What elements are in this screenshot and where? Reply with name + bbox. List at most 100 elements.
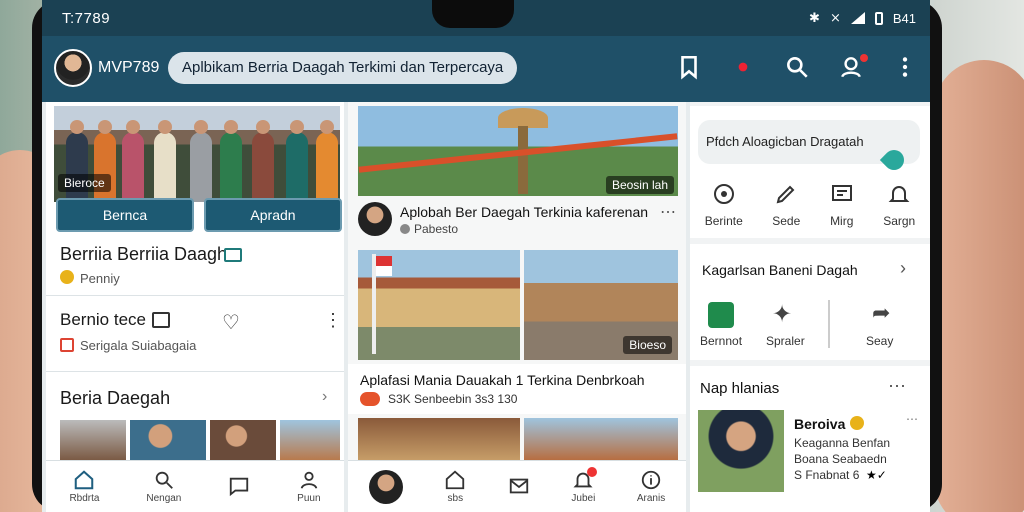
photo-person: [252, 120, 274, 202]
share-icon[interactable]: ➦: [872, 300, 890, 326]
nav-label: Nengan: [146, 493, 182, 504]
app-header: MVP789 Aplbikam Berria Daagah Terkimi da…: [42, 36, 930, 102]
quick-actions: Berinte Sede Mirg Sargn: [690, 182, 930, 228]
username: MVP789: [98, 59, 160, 76]
nav-avatar[interactable]: [368, 469, 403, 504]
quick-label: Berinte: [704, 214, 743, 228]
search-icon: [155, 471, 173, 489]
quick-item[interactable]: Berinte: [705, 182, 743, 228]
photo-cafe[interactable]: [358, 418, 520, 462]
hero-photo-festival[interactable]: Beosin lah: [358, 106, 678, 196]
source-icon: [60, 270, 74, 284]
photo-person: [190, 120, 212, 202]
photo-street[interactable]: Bioeso: [524, 250, 678, 360]
alert-dot: [860, 54, 868, 62]
hero-buttons: Bernca Apradn: [56, 198, 342, 232]
nav-notifications[interactable]: Jubei: [571, 467, 598, 504]
quick-item[interactable]: Sargn: [883, 182, 915, 228]
quick-access-card: Pfdch Aloagicban Dragatah Berinte Sede M…: [690, 106, 930, 238]
more-vertical-icon[interactable]: [892, 54, 918, 80]
quick-item[interactable]: Mirg: [830, 182, 854, 228]
person-line: Boana Seabaedn: [794, 452, 887, 466]
section-title: Beria Daegah: [60, 388, 171, 408]
more-icon[interactable]: ⋯: [906, 412, 918, 426]
berita-button[interactable]: Bernca: [56, 198, 194, 232]
status-time: T:7789: [62, 10, 111, 27]
action-label: Seay: [866, 334, 894, 348]
more-horizontal-icon[interactable]: ⋯: [888, 376, 906, 397]
chevron-right-icon[interactable]: ›: [322, 388, 327, 406]
quick-item[interactable]: Sede: [772, 182, 800, 228]
card-title: Kagarlsan Baneni Dagah: [702, 262, 858, 278]
bottom-nav-middle: sbs Jubei Aranis: [348, 460, 686, 512]
nav-search[interactable]: Nengan: [146, 469, 181, 504]
category-card[interactable]: Kagarlsan Baneni Dagah › Bernnot ✦ Spral…: [690, 244, 930, 360]
nav-label: Puun: [297, 493, 321, 504]
article-row-2[interactable]: Aplafasi Mania Dauakah 1 Terkina Denbrko…: [348, 364, 686, 414]
photo-house[interactable]: [358, 250, 520, 360]
nav-home[interactable]: sbs: [444, 469, 466, 504]
nav-home[interactable]: Rbdrta: [69, 469, 99, 504]
app-title-pill[interactable]: Aplbikam Berria Daagah Terkimi dan Terpe…: [168, 52, 518, 84]
artikel-button[interactable]: Apradn: [204, 198, 342, 232]
header-actions: [676, 54, 918, 80]
nav-mail[interactable]: [508, 475, 530, 499]
search-box[interactable]: Pfdch Aloagicban Dragatah: [698, 120, 920, 175]
column-right: Pfdch Aloagicban Dragatah Berinte Sede M…: [690, 102, 930, 512]
edit-icon: [776, 185, 795, 204]
info-icon: [641, 470, 661, 490]
news-row[interactable]: Bernio tece ♡ ⋮ Serigala Suiabagaia: [46, 298, 344, 372]
column-left: Bieroce Bernca Apradn Berriia Berriia Da…: [46, 102, 344, 512]
profile-alert-icon[interactable]: [838, 54, 868, 80]
nav-profile[interactable]: Puun: [297, 469, 321, 504]
message-icon: [831, 185, 852, 201]
photo-person: [122, 120, 144, 202]
checkbox-icon[interactable]: [60, 338, 74, 352]
headline-source: Penniy: [80, 271, 120, 286]
section-title: Nap hlanias: [700, 380, 780, 397]
photo-building[interactable]: [524, 418, 678, 462]
heart-icon[interactable]: ♡: [222, 310, 240, 335]
nav-info[interactable]: Aranis: [637, 469, 665, 504]
chevron-right-icon[interactable]: ›: [900, 258, 906, 279]
more-horizontal-icon[interactable]: ⋯: [660, 202, 676, 222]
meta-icon: [400, 224, 410, 234]
action-label: Spraler: [766, 334, 805, 348]
headline-card[interactable]: Berriia Berriia Daagh Penniy: [46, 236, 344, 296]
thumb-building[interactable]: [60, 420, 126, 460]
hero-photo[interactable]: Bieroce: [54, 106, 340, 202]
user-avatar[interactable]: [54, 49, 92, 87]
nav-label: Jubei: [571, 493, 596, 504]
article-title: Aplobah Ber Daegah Terkinia kaferenan: [400, 204, 649, 220]
quick-label: Sargn: [883, 214, 916, 228]
verified-icon: [850, 416, 864, 430]
battery-level: B41: [892, 10, 916, 26]
notification-dot-icon[interactable]: [730, 54, 756, 80]
umbrella-shape: [498, 108, 548, 128]
nav-messages[interactable]: [228, 475, 250, 499]
divider: [828, 300, 830, 348]
bell-icon: [888, 186, 910, 202]
thumb-person[interactable]: [210, 420, 276, 460]
hero-photo-label: Bieroce: [58, 174, 111, 192]
reaction-icons: ★✓: [866, 468, 887, 482]
bookmark-icon[interactable]: [676, 54, 702, 80]
quick-label: Mirg: [830, 214, 854, 228]
article-row-1[interactable]: Aplobah Ber Daegah Terkinia kaferenan ⋯ …: [358, 200, 678, 244]
expand-icon[interactable]: [152, 312, 170, 328]
article-meta: S3K Senbeebin 3s3 130: [388, 392, 518, 406]
search-text: Pfdch Aloagicban Dragatah: [706, 134, 864, 149]
more-icon[interactable]: ⋮: [324, 310, 342, 331]
thumb-person[interactable]: [130, 420, 206, 460]
profile-avatar: [368, 469, 403, 504]
person-photo[interactable]: [698, 410, 784, 492]
search-icon[interactable]: [784, 54, 810, 80]
bluetooth-icon: ✱: [809, 10, 820, 25]
people-card: Nap hlanias ⋯ Beroiva ⋯ Keaganna Benfan …: [690, 366, 930, 512]
article-meta: Pabesto: [414, 222, 459, 236]
green-action-icon[interactable]: [708, 302, 734, 328]
hand-right: [934, 60, 1024, 512]
person-line: Keaganna Benfan: [794, 436, 891, 450]
thumb-street[interactable]: [280, 420, 340, 460]
pin-icon[interactable]: ✦: [772, 300, 792, 329]
